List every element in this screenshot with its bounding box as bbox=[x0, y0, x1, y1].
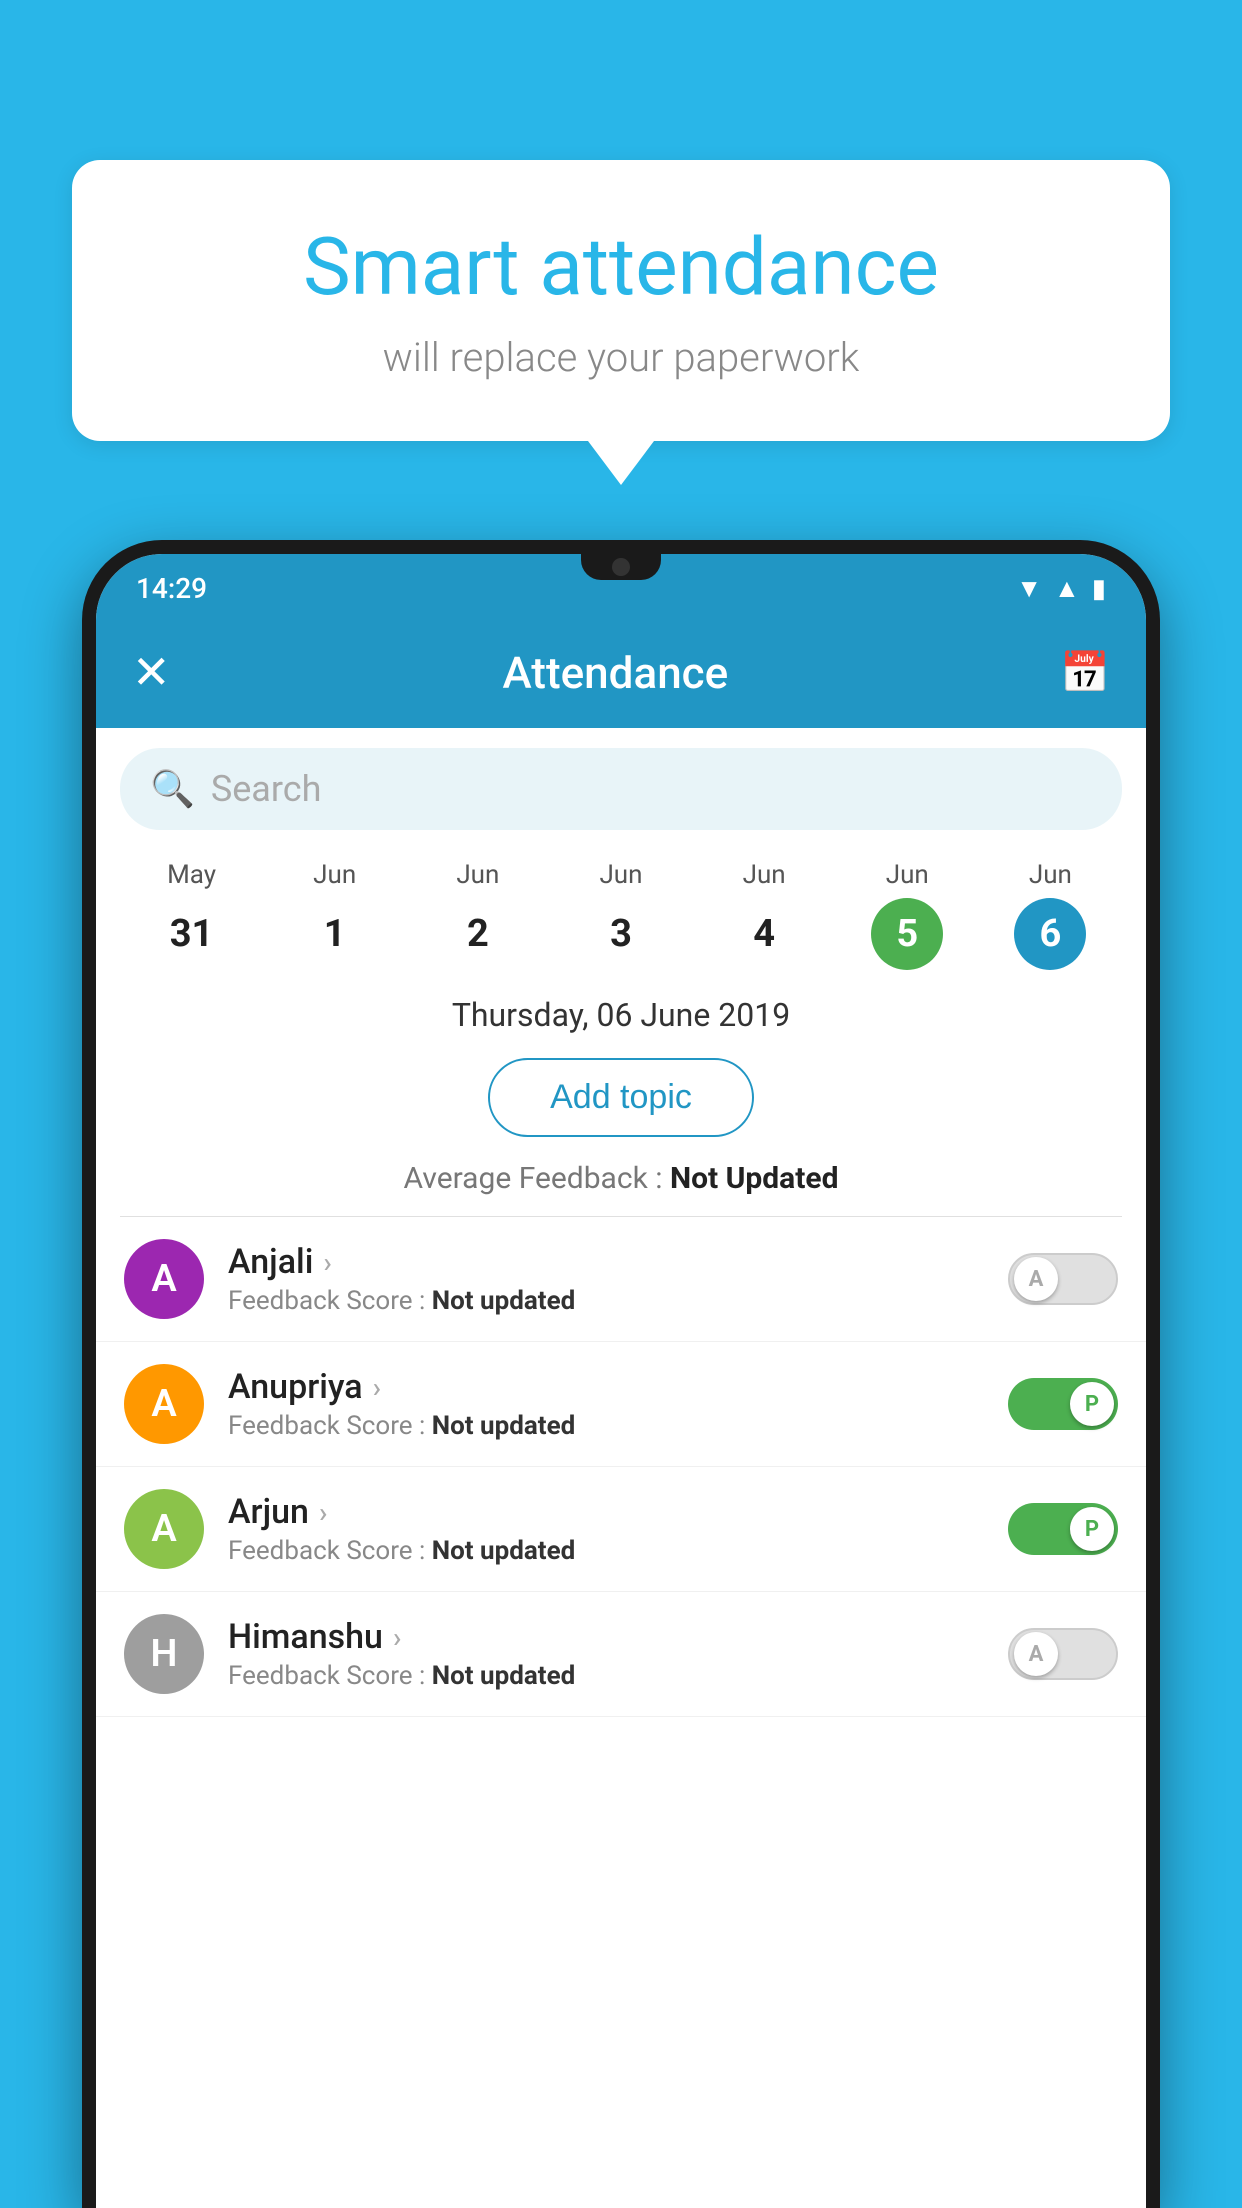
toggle-knob: A bbox=[1014, 1632, 1058, 1676]
bubble-subtitle: will replace your paperwork bbox=[152, 334, 1090, 381]
feedback-score: Feedback Score : Not updated bbox=[228, 1536, 1008, 1566]
cal-date-number: 5 bbox=[871, 898, 943, 970]
chevron-right-icon: › bbox=[373, 1371, 381, 1404]
app-bar: ✕ Attendance 📅 bbox=[96, 617, 1146, 728]
student-name: Himanshu › bbox=[228, 1617, 1008, 1657]
feedback-score: Feedback Score : Not updated bbox=[228, 1286, 1008, 1316]
attendance-toggle[interactable]: A bbox=[1008, 1628, 1118, 1680]
cal-month-label: Jun bbox=[886, 860, 929, 890]
speech-bubble: Smart attendance will replace your paper… bbox=[72, 160, 1170, 441]
student-name: Anupriya › bbox=[228, 1367, 1008, 1407]
calendar-day[interactable]: Jun 5 bbox=[871, 860, 943, 970]
student-list: AAnjali ›Feedback Score : Not updatedAAA… bbox=[96, 1217, 1146, 2208]
front-camera bbox=[612, 558, 630, 576]
chevron-right-icon: › bbox=[323, 1246, 331, 1279]
chevron-right-icon: › bbox=[319, 1496, 327, 1529]
student-name: Arjun › bbox=[228, 1492, 1008, 1532]
cal-date-number: 31 bbox=[156, 898, 228, 970]
calendar-day[interactable]: Jun 3 bbox=[585, 860, 657, 970]
attendance-toggle[interactable]: P bbox=[1008, 1503, 1118, 1555]
cal-month-label: Jun bbox=[743, 860, 786, 890]
avg-feedback: Average Feedback : Not Updated bbox=[96, 1151, 1146, 1216]
bubble-title: Smart attendance bbox=[152, 220, 1090, 314]
calendar-day[interactable]: May 31 bbox=[156, 860, 228, 970]
attendance-toggle[interactable]: A bbox=[1008, 1253, 1118, 1305]
chevron-right-icon: › bbox=[393, 1621, 401, 1654]
search-placeholder: Search bbox=[211, 768, 322, 810]
cal-date-number: 3 bbox=[585, 898, 657, 970]
phone-screen: 14:29 ▼ ▲ ▮ ✕ Attendance 📅 🔍 Search May 3… bbox=[96, 554, 1146, 2208]
avatar: H bbox=[124, 1614, 204, 1694]
calendar-day[interactable]: Jun 1 bbox=[299, 860, 371, 970]
avg-feedback-label: Average Feedback : bbox=[404, 1161, 670, 1196]
avg-feedback-value: Not Updated bbox=[670, 1161, 839, 1196]
feedback-score: Feedback Score : Not updated bbox=[228, 1411, 1008, 1441]
status-time: 14:29 bbox=[136, 572, 207, 605]
app-bar-title: Attendance bbox=[503, 647, 729, 699]
cal-date-number: 1 bbox=[299, 898, 371, 970]
calendar-day[interactable]: Jun 6 bbox=[1014, 860, 1086, 970]
add-topic-button[interactable]: Add topic bbox=[488, 1058, 754, 1137]
student-name: Anjali › bbox=[228, 1242, 1008, 1282]
student-row[interactable]: H Himanshu › Feedback Score : Not updatedA bbox=[96, 1592, 1146, 1717]
close-button[interactable]: ✕ bbox=[132, 645, 171, 700]
wifi-icon: ▼ bbox=[1016, 573, 1042, 604]
status-icons: ▼ ▲ ▮ bbox=[1016, 573, 1106, 604]
cal-date-number: 2 bbox=[442, 898, 514, 970]
avatar: A bbox=[124, 1239, 204, 1319]
cal-date-number: 4 bbox=[728, 898, 800, 970]
avatar: A bbox=[124, 1364, 204, 1444]
attendance-toggle[interactable]: P bbox=[1008, 1378, 1118, 1430]
phone-frame: 14:29 ▼ ▲ ▮ ✕ Attendance 📅 🔍 Search May 3… bbox=[82, 540, 1160, 2208]
signal-icon: ▲ bbox=[1054, 573, 1080, 604]
cal-month-label: Jun bbox=[599, 860, 642, 890]
student-row[interactable]: A Arjun › Feedback Score : Not updated P bbox=[96, 1467, 1146, 1592]
student-row[interactable]: A Anupriya › Feedback Score : Not updated P bbox=[96, 1342, 1146, 1467]
calendar-button[interactable]: 📅 bbox=[1060, 649, 1110, 696]
cal-month-label: Jun bbox=[313, 860, 356, 890]
student-info: Anupriya › Feedback Score : Not updated bbox=[228, 1367, 1008, 1441]
toggle-knob: A bbox=[1014, 1257, 1058, 1301]
toggle-knob: P bbox=[1070, 1507, 1114, 1551]
student-info: Anjali › Feedback Score : Not updated bbox=[228, 1242, 1008, 1316]
battery-icon: ▮ bbox=[1092, 574, 1106, 604]
cal-date-number: 6 bbox=[1014, 898, 1086, 970]
search-bar[interactable]: 🔍 Search bbox=[120, 748, 1122, 830]
cal-month-label: Jun bbox=[456, 860, 499, 890]
toggle-knob: P bbox=[1070, 1382, 1114, 1426]
student-row[interactable]: AAnjali ›Feedback Score : Not updatedA bbox=[96, 1217, 1146, 1342]
calendar-day[interactable]: Jun 4 bbox=[728, 860, 800, 970]
calendar-strip: May 31 Jun 1 Jun 2 Jun 3 Jun 4 Jun 5 Jun 6 bbox=[96, 850, 1146, 976]
cal-month-label: Jun bbox=[1029, 860, 1072, 890]
student-info: Arjun › Feedback Score : Not updated bbox=[228, 1492, 1008, 1566]
search-icon: 🔍 bbox=[150, 768, 195, 810]
selected-date-label: Thursday, 06 June 2019 bbox=[96, 976, 1146, 1044]
feedback-score: Feedback Score : Not updated bbox=[228, 1661, 1008, 1691]
avatar: A bbox=[124, 1489, 204, 1569]
calendar-day[interactable]: Jun 2 bbox=[442, 860, 514, 970]
student-info: Himanshu › Feedback Score : Not updated bbox=[228, 1617, 1008, 1691]
cal-month-label: May bbox=[167, 860, 216, 890]
phone-notch bbox=[581, 554, 661, 580]
